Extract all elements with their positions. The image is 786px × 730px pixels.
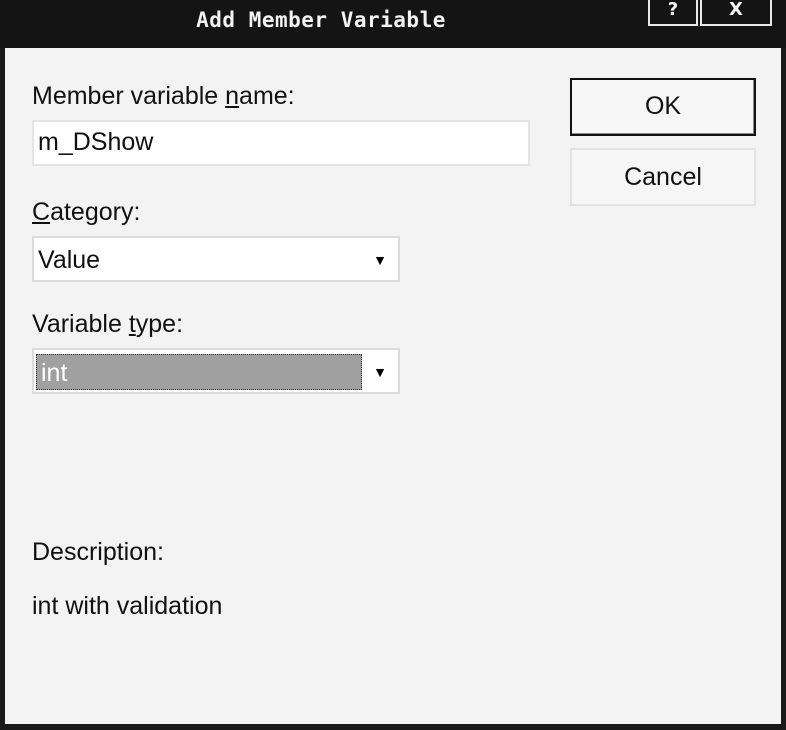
cancel-button[interactable]: Cancel [570, 148, 756, 206]
member-variable-name-input[interactable]: m_DShow [32, 120, 530, 166]
variable-type-combobox[interactable]: int ▼ [32, 348, 400, 394]
dropdown-arrow-icon[interactable]: ▼ [364, 240, 396, 280]
close-button[interactable]: X [700, 0, 772, 26]
category-value: Value [38, 246, 101, 274]
member-variable-name-label: Member variable name: [32, 82, 295, 110]
ok-button[interactable]: OK [570, 78, 756, 136]
description-text: int with validation [32, 592, 223, 620]
add-member-variable-dialog: Add Member Variable ? X Member variable … [0, 0, 786, 730]
dialog-body: Member variable name: m_DShow Category: … [5, 48, 781, 724]
variable-type-label: Variable type: [32, 310, 184, 338]
category-combobox[interactable]: Value ▼ [32, 236, 400, 282]
title-bar[interactable]: Add Member Variable ? X [0, 0, 786, 48]
category-label: Category: [32, 198, 141, 226]
variable-type-value: int [36, 354, 362, 390]
member-variable-name-value: m_DShow [38, 128, 154, 156]
dialog-title: Add Member Variable [196, 8, 446, 32]
description-label: Description: [32, 538, 164, 566]
help-button[interactable]: ? [648, 0, 698, 26]
dropdown-arrow-icon[interactable]: ▼ [364, 352, 396, 392]
